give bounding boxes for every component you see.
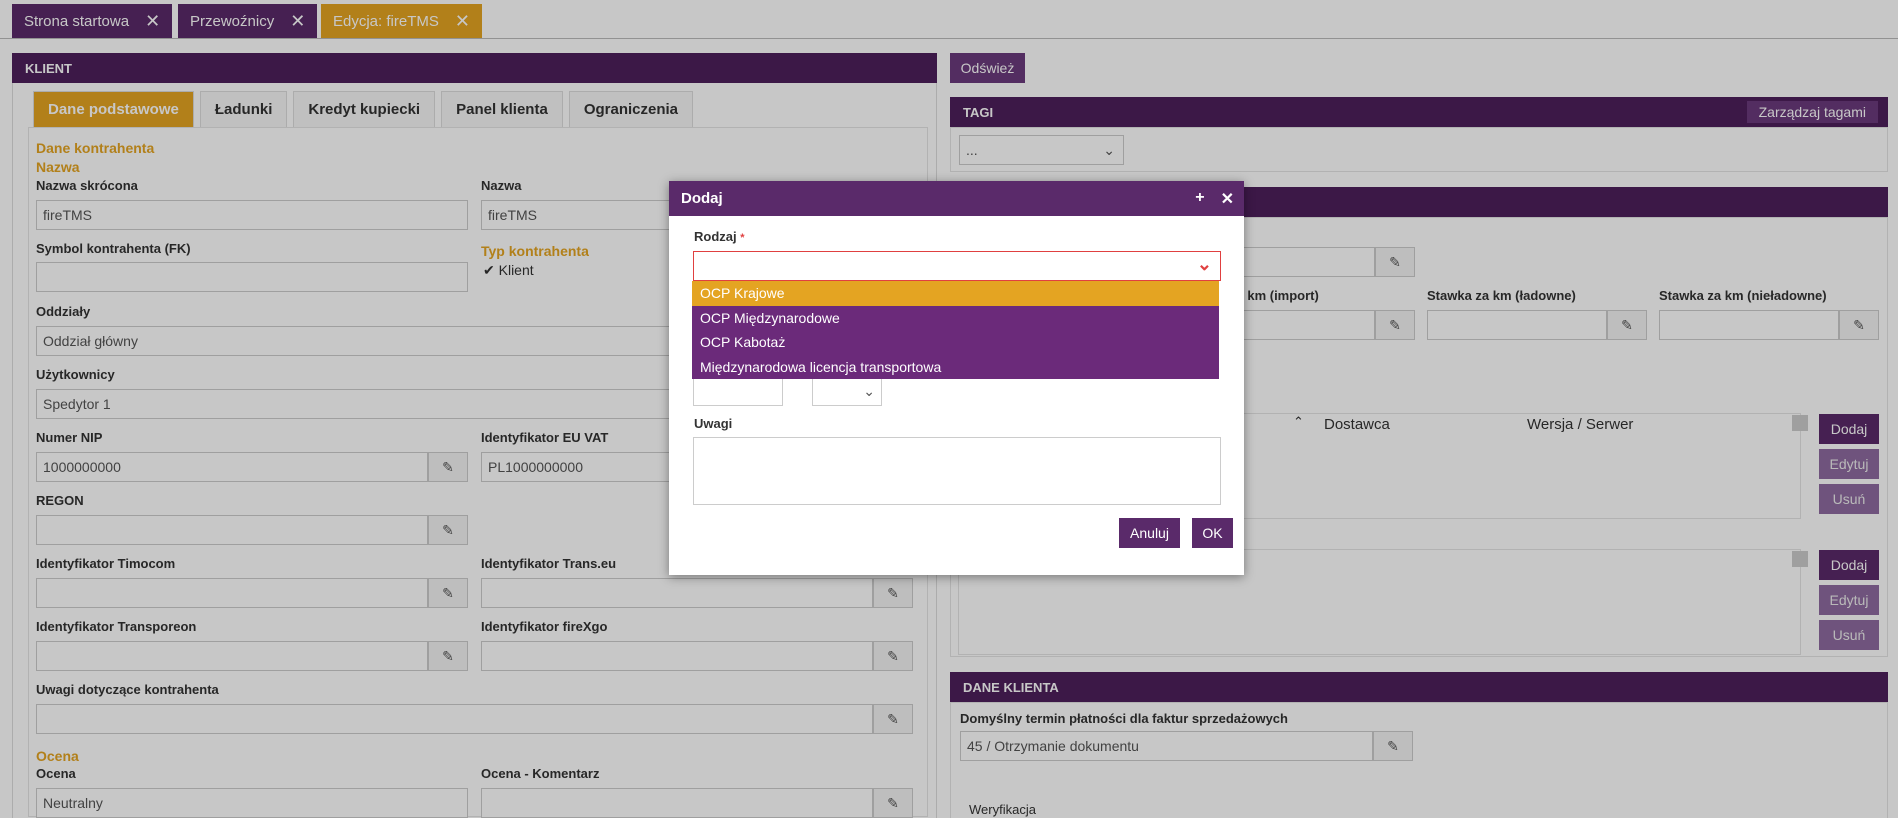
dropdown-option[interactable]: OCP Krajowe bbox=[692, 281, 1219, 306]
required-marker: * bbox=[740, 232, 745, 244]
notes-label: Uwagi bbox=[694, 416, 733, 431]
type-select[interactable]: ⌄ bbox=[693, 251, 1221, 281]
small-select[interactable]: ⌄ bbox=[812, 376, 882, 406]
number-input[interactable] bbox=[693, 376, 783, 406]
close-icon[interactable]: ✕ bbox=[1221, 189, 1234, 209]
chevron-down-icon: ⌄ bbox=[1196, 254, 1212, 274]
notes-textarea[interactable] bbox=[693, 437, 1221, 505]
maximize-icon[interactable]: + bbox=[1195, 189, 1204, 209]
type-label: Rodzaj * bbox=[694, 229, 745, 244]
dropdown-option[interactable]: Międzynarodowa licencja transportowa bbox=[692, 355, 1219, 380]
chevron-down-icon: ⌄ bbox=[863, 382, 875, 399]
dropdown-option[interactable]: OCP Kabotaż bbox=[692, 330, 1219, 355]
cancel-button[interactable]: Anuluj bbox=[1119, 518, 1180, 548]
dropdown-option[interactable]: OCP Międzynarodowe bbox=[692, 306, 1219, 331]
ok-button[interactable]: OK bbox=[1192, 518, 1233, 548]
dialog-header: Dodaj + ✕ bbox=[669, 181, 1244, 216]
type-dropdown-list: OCP Krajowe OCP Międzynarodowe OCP Kabot… bbox=[692, 281, 1219, 379]
dialog-title: Dodaj bbox=[681, 190, 723, 207]
